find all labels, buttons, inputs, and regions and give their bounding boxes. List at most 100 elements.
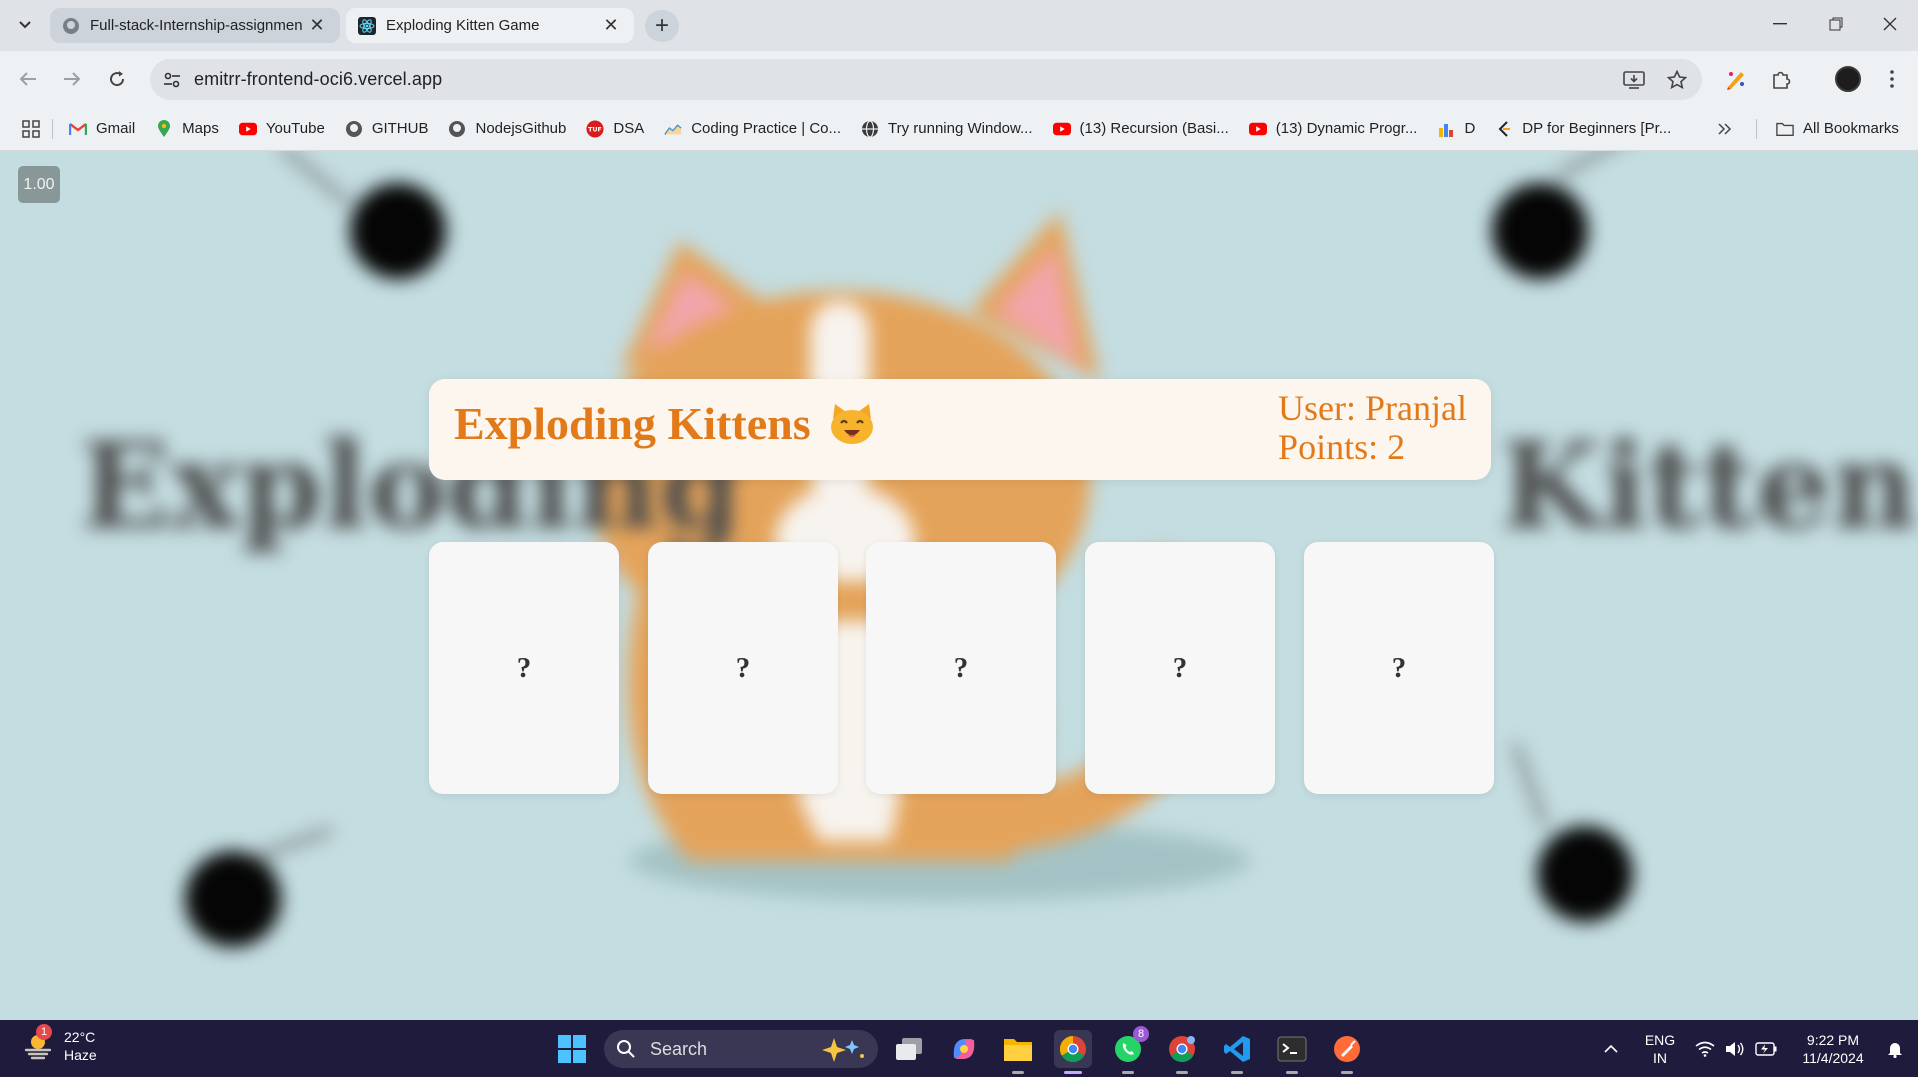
- game-card-3[interactable]: ?: [866, 542, 1056, 794]
- tab-title: Full-stack-Internship-assignmen: [90, 17, 303, 34]
- bookmark-recursion[interactable]: (13) Recursion (Basi...: [1052, 120, 1229, 138]
- close-icon: [1883, 17, 1897, 31]
- github-icon: [448, 120, 466, 138]
- game-card-2[interactable]: ?: [648, 542, 838, 794]
- taskbar-search-box[interactable]: Search: [604, 1030, 878, 1068]
- game-card-1[interactable]: ?: [429, 542, 619, 794]
- show-hidden-icons-button[interactable]: [1596, 1020, 1626, 1077]
- zoom-level-badge: 1.00: [18, 166, 60, 203]
- new-tab-button[interactable]: +: [645, 10, 679, 42]
- game-header: Exploding Kittens User: Pranjal Points: …: [429, 379, 1491, 480]
- bar-chart-icon: [1437, 120, 1455, 138]
- game-title-text: Exploding Kittens: [454, 398, 811, 449]
- extensions-puzzle-icon[interactable]: [1763, 61, 1799, 97]
- globe-icon: [861, 119, 879, 138]
- game-card-4[interactable]: ?: [1085, 542, 1275, 794]
- notifications-button[interactable]: [1878, 1020, 1912, 1077]
- minimize-button[interactable]: [1752, 6, 1808, 42]
- forward-button[interactable]: [54, 61, 90, 97]
- bookmark-maps[interactable]: Maps: [155, 119, 219, 138]
- tab-strip: Full-stack-Internship-assignmen ✕ Explod…: [0, 0, 1918, 51]
- system-tray-status[interactable]: [1692, 1020, 1780, 1077]
- all-bookmarks-button[interactable]: All Bookmarks: [1776, 120, 1899, 138]
- background-word: Kitten: [1500, 416, 1918, 555]
- page-viewport: Exploding Kitten 1.00 Exploding Kittens …: [0, 151, 1918, 1020]
- copilot-icon[interactable]: [945, 1030, 983, 1068]
- file-explorer-icon[interactable]: [999, 1030, 1037, 1068]
- install-app-icon[interactable]: [1614, 59, 1654, 100]
- fuse-decoration: [1554, 151, 1636, 181]
- tab-exploding-kitten[interactable]: Exploding Kitten Game ✕: [346, 8, 634, 43]
- running-indicator: [1176, 1071, 1188, 1074]
- close-tab-icon[interactable]: ✕: [600, 15, 622, 37]
- bookmark-try-running[interactable]: Try running Window...: [861, 119, 1033, 138]
- fuse-decoration: [277, 151, 353, 207]
- language-code: ENG: [1644, 1031, 1676, 1048]
- bookmark-github[interactable]: GITHUB: [345, 120, 428, 138]
- running-indicator: [1286, 1071, 1298, 1074]
- bookmark-youtube[interactable]: YouTube: [238, 120, 325, 138]
- windows-taskbar: 1 22°C Haze Search 8 ENG IN 9:22 PM 11/4…: [0, 1020, 1918, 1077]
- bookmark-dsa[interactable]: TUF DSA: [586, 119, 644, 138]
- url-text: emitrr-frontend-oci6.vercel.app: [194, 69, 443, 89]
- game-card-5[interactable]: ?: [1304, 542, 1494, 794]
- chrome-profile-icon[interactable]: [1163, 1030, 1201, 1068]
- username-label: User: Pranjal: [1278, 388, 1467, 428]
- bookmark-d[interactable]: D: [1437, 120, 1475, 138]
- sparkle-icon: [822, 1038, 864, 1062]
- close-tab-icon[interactable]: ✕: [306, 15, 328, 37]
- restore-button[interactable]: [1808, 6, 1864, 42]
- running-indicator: [1122, 1071, 1134, 1074]
- chevron-down-icon: [19, 21, 31, 29]
- close-window-button[interactable]: [1862, 6, 1918, 42]
- apps-grid-button[interactable]: [22, 119, 40, 138]
- tab-search-button[interactable]: [10, 12, 40, 38]
- chrome-menu-button[interactable]: [1874, 61, 1910, 97]
- card-face: ?: [1391, 651, 1407, 684]
- more-bookmarks-button[interactable]: [1718, 122, 1732, 135]
- task-view-icon[interactable]: [890, 1030, 928, 1068]
- card-face: ?: [1172, 651, 1188, 684]
- clock-date: 11/4/2024: [1802, 1049, 1864, 1066]
- bookmark-dp-for-beginners[interactable]: DP for Beginners [Pr...: [1495, 120, 1671, 138]
- bookmarks-divider: [52, 118, 53, 139]
- address-bar[interactable]: emitrr-frontend-oci6.vercel.app: [150, 59, 1702, 100]
- more-vertical-icon: [1890, 70, 1894, 88]
- language-indicator[interactable]: ENG IN: [1640, 1020, 1680, 1077]
- bookmark-label: Maps: [182, 120, 219, 137]
- chrome-taskbar-icon[interactable]: [1054, 1030, 1092, 1068]
- youtube-icon: [1052, 120, 1071, 138]
- whatsapp-icon[interactable]: 8: [1109, 1026, 1149, 1068]
- vscode-icon[interactable]: [1218, 1030, 1256, 1068]
- bookmark-dynamic-programming[interactable]: (13) Dynamic Progr...: [1248, 120, 1417, 138]
- whatsapp-unread-badge: 8: [1133, 1026, 1149, 1042]
- arrow-left-icon: [19, 72, 36, 86]
- profile-avatar-button[interactable]: [1830, 61, 1866, 97]
- folder-icon: [1776, 120, 1794, 138]
- extension-pen-icon[interactable]: [1718, 61, 1754, 97]
- bookmark-label: Gmail: [96, 120, 136, 137]
- bomb-decoration: [185, 851, 281, 947]
- clock[interactable]: 9:22 PM 11/4/2024: [1790, 1020, 1876, 1077]
- reload-button[interactable]: [99, 61, 135, 97]
- fuse-decoration: [1510, 741, 1550, 829]
- bookmark-gmail[interactable]: Gmail: [69, 120, 135, 138]
- windows-start-button[interactable]: [553, 1030, 591, 1068]
- bomb-decoration: [1492, 183, 1588, 279]
- minimize-icon: [1773, 23, 1787, 25]
- site-info-icon[interactable]: [150, 72, 194, 88]
- tab-github-assignment[interactable]: Full-stack-Internship-assignmen ✕: [50, 8, 340, 43]
- points-label: Points: 2: [1278, 427, 1406, 467]
- weather-temperature: 22°C: [64, 1029, 96, 1045]
- bookmark-nodejsgithub[interactable]: NodejsGithub: [448, 120, 566, 138]
- terminal-icon[interactable]: [1273, 1030, 1311, 1068]
- running-indicator: [1231, 1071, 1243, 1074]
- back-button[interactable]: [10, 61, 46, 97]
- game-title: Exploding Kittens: [454, 397, 875, 450]
- battery-charging-icon: [1755, 1041, 1777, 1056]
- postman-icon[interactable]: [1328, 1030, 1366, 1068]
- bookmark-star-icon[interactable]: [1657, 59, 1697, 100]
- weather-widget[interactable]: 1 22°C Haze: [22, 1024, 97, 1064]
- bookmark-coding-practice[interactable]: Coding Practice | Co...: [664, 120, 841, 138]
- bomb-decoration: [1537, 826, 1633, 922]
